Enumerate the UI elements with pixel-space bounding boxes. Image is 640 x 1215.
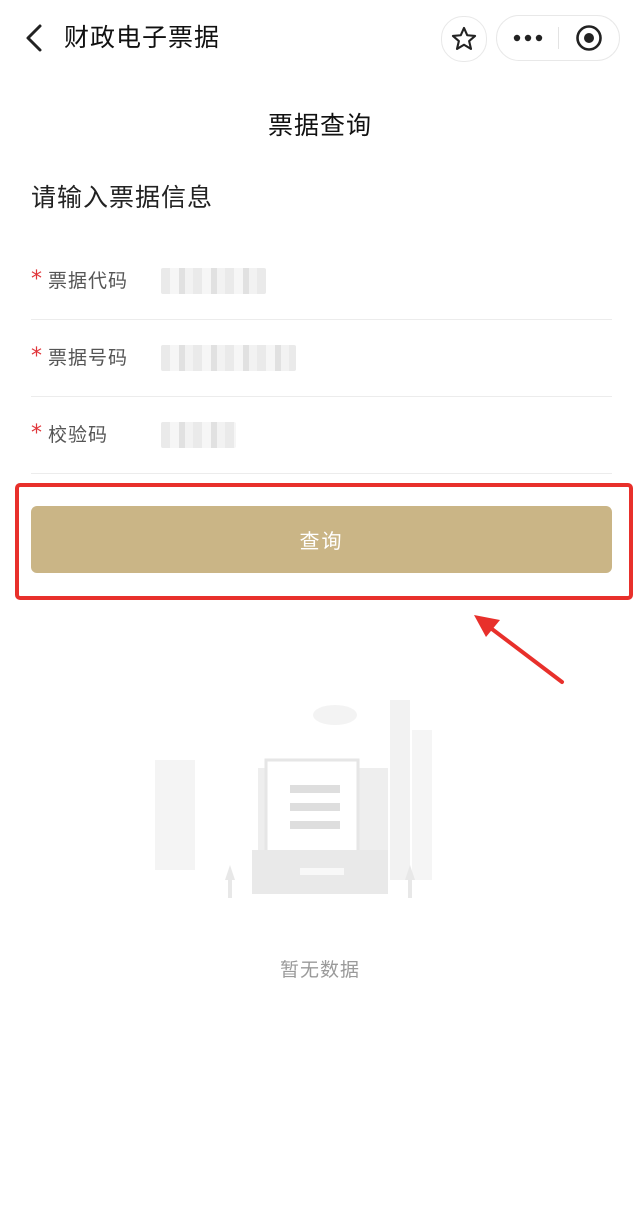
miniprogram-close-icon xyxy=(576,25,602,51)
chevron-left-icon xyxy=(26,24,42,52)
app-title: 财政电子票据 xyxy=(64,23,221,52)
more-button[interactable] xyxy=(497,16,558,60)
section-title: 请输入票据信息 xyxy=(31,183,214,212)
more-dots-icon xyxy=(513,34,542,42)
page-title: 票据查询 xyxy=(267,111,372,140)
empty-document-illustration xyxy=(155,700,432,898)
miniprogram-capsule xyxy=(496,15,620,61)
annotation-arrow-icon xyxy=(474,615,564,684)
bill-number-input[interactable] xyxy=(161,345,296,371)
navigation-bar: 财政电子票据 xyxy=(0,0,640,76)
required-mark: * xyxy=(31,421,42,446)
form-row-check-code: * 校验码 xyxy=(31,397,612,474)
field-label-bill-code: 票据代码 xyxy=(48,270,129,292)
close-miniprogram-button[interactable] xyxy=(559,16,619,60)
field-label-check-code: 校验码 xyxy=(48,424,109,446)
form-row-bill-number: * 票据号码 xyxy=(31,320,612,397)
query-button[interactable]: 查询 xyxy=(31,506,612,573)
favorite-button[interactable] xyxy=(441,16,487,62)
empty-state-text: 暂无数据 xyxy=(279,959,360,981)
required-mark: * xyxy=(31,344,42,369)
required-mark: * xyxy=(31,267,42,292)
back-button[interactable] xyxy=(18,18,54,58)
star-outline-icon xyxy=(451,26,477,50)
field-label-bill-number: 票据号码 xyxy=(48,347,129,369)
form-row-bill-code: * 票据代码 xyxy=(31,243,612,320)
bill-code-input[interactable] xyxy=(161,268,266,294)
check-code-input[interactable] xyxy=(161,422,236,448)
